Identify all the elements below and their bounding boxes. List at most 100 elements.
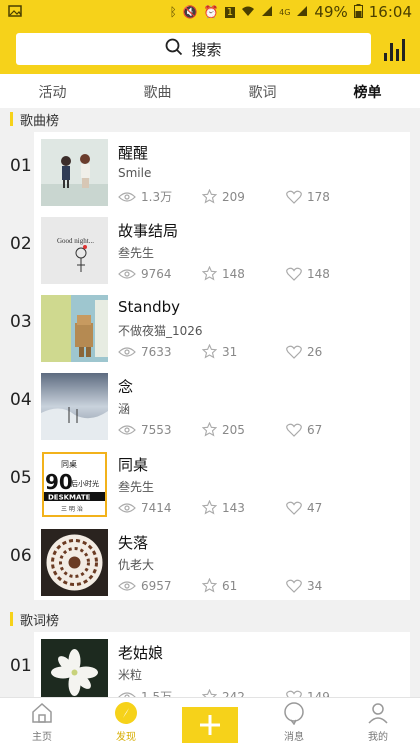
- song-card[interactable]: Standby 不做夜猫_1026 7633 31 26: [34, 288, 410, 366]
- song-title: 念: [118, 378, 134, 396]
- song-artist: 涵: [118, 402, 131, 416]
- eye-icon: [118, 268, 136, 280]
- list-item[interactable]: 03 Standby 不做夜猫_1026 7633 31 26: [0, 288, 420, 366]
- list-item[interactable]: 01 醒醒 Smile 1.3万 209 178: [0, 132, 420, 210]
- rank-number: 06: [10, 546, 32, 566]
- song-card[interactable]: 醒醒 Smile 1.3万 209 178: [34, 132, 410, 210]
- status-left: [8, 4, 22, 20]
- likes-count: 67: [307, 422, 323, 437]
- nav-profile[interactable]: 我的: [336, 698, 420, 747]
- heart-icon: [286, 423, 302, 437]
- rank-number: 02: [10, 234, 32, 254]
- star-icon: [202, 500, 217, 515]
- search-label: 搜索: [191, 40, 222, 59]
- likes-count: 34: [307, 578, 323, 593]
- status-right: ᛒ 🔇 ⏰ 1 4G 49% 16:04: [170, 3, 412, 21]
- likes-stat[interactable]: 178: [286, 188, 330, 205]
- rank-number: 01: [10, 656, 32, 676]
- image-icon: [8, 4, 22, 20]
- search-icon: [165, 38, 183, 60]
- nav-home[interactable]: 主页: [0, 698, 84, 747]
- cover-image: [41, 529, 108, 596]
- section-title: 歌曲榜: [20, 113, 60, 129]
- section-accent: [10, 612, 13, 626]
- likes-stat[interactable]: 148: [286, 266, 330, 281]
- song-stats: 7553 205 67: [118, 422, 322, 437]
- stars-count: 148: [222, 266, 245, 281]
- nav-messages[interactable]: 消息: [252, 698, 336, 747]
- song-title: 故事结局: [118, 222, 179, 240]
- views-stat: 7553: [118, 422, 202, 437]
- rank-number: 01: [10, 156, 32, 176]
- song-card[interactable]: 失落 仇老大 6957 61 34: [34, 522, 410, 600]
- rank-number: 05: [10, 468, 32, 488]
- song-stats: 1.3万 209 178: [118, 188, 330, 205]
- views-stat: 7633: [118, 344, 202, 359]
- song-title: 失落: [118, 534, 149, 552]
- stars-stat[interactable]: 61: [202, 578, 286, 593]
- alarm-icon: ⏰: [203, 5, 219, 19]
- views-count: 7553: [141, 422, 172, 437]
- rank-number: 03: [10, 312, 32, 332]
- battery-icon: [353, 3, 363, 21]
- cover-image: Good night...: [41, 217, 108, 284]
- likes-stat[interactable]: 26: [286, 344, 322, 359]
- views-count: 7633: [141, 344, 172, 359]
- stars-count: 61: [222, 578, 238, 593]
- likes-count: 47: [307, 500, 323, 515]
- heart-icon: [286, 267, 302, 281]
- clock: 16:04: [368, 3, 412, 21]
- home-icon: [30, 700, 54, 726]
- cover-number: 90: [45, 470, 73, 494]
- likes-count: 26: [307, 344, 323, 359]
- stars-stat[interactable]: 209: [202, 188, 286, 205]
- tab-songs[interactable]: 歌曲: [105, 74, 210, 111]
- star-icon: [202, 266, 217, 281]
- bar-chart-icon[interactable]: [384, 37, 408, 61]
- section-header-lyrics: 歌词榜: [0, 608, 420, 630]
- list-item[interactable]: 04 念 涵 7553 205 67: [0, 366, 420, 444]
- nav-discover[interactable]: 发现: [84, 698, 168, 747]
- sim1-icon: 1: [224, 6, 236, 18]
- song-card[interactable]: Good night... 故事结局 叁先生 9764 148 148: [34, 210, 410, 288]
- song-title: 醒醒: [118, 144, 149, 162]
- stars-stat[interactable]: 148: [202, 266, 286, 281]
- cover-title: 同桌: [61, 459, 77, 469]
- tab-charts[interactable]: 榜单: [315, 74, 420, 111]
- stars-stat[interactable]: 205: [202, 422, 286, 437]
- star-icon: [202, 578, 217, 593]
- heart-icon: [286, 345, 302, 359]
- section-header-songs: 歌曲榜: [0, 108, 420, 130]
- likes-stat[interactable]: 47: [286, 500, 322, 515]
- song-card[interactable]: 念 涵 7553 205 67: [34, 366, 410, 444]
- nav-create[interactable]: [168, 698, 252, 747]
- list-item[interactable]: 05 同桌 90 后小时光 DESKMATE 三 明 治 同桌 叁先生 7414 143…: [0, 444, 420, 522]
- tab-bar: 活动 歌曲 歌词 榜单: [0, 74, 420, 112]
- tab-lyrics[interactable]: 歌词: [210, 74, 315, 111]
- views-count: 7414: [141, 500, 172, 515]
- stars-stat[interactable]: 143: [202, 500, 286, 515]
- plus-icon: [182, 707, 238, 743]
- tab-activity[interactable]: 活动: [0, 74, 105, 111]
- star-icon: [202, 189, 217, 204]
- song-artist: 米粒: [118, 668, 143, 682]
- nav-discover-label: 发现: [116, 732, 136, 743]
- section-accent: [10, 112, 13, 126]
- search-bar[interactable]: 搜索: [16, 33, 371, 65]
- views-stat: 1.3万: [118, 188, 202, 205]
- likes-stat[interactable]: 34: [286, 578, 322, 593]
- list-item[interactable]: 06 失落 仇老大 6957 61 34: [0, 522, 420, 600]
- heart-icon: [286, 579, 302, 593]
- song-card[interactable]: 同桌 90 后小时光 DESKMATE 三 明 治 同桌 叁先生 7414 143 47: [34, 444, 410, 522]
- likes-stat[interactable]: 67: [286, 422, 322, 437]
- views-stat: 6957: [118, 578, 202, 593]
- song-stats: 9764 148 148: [118, 266, 330, 281]
- eye-icon: [118, 502, 136, 514]
- wifi-icon: [241, 5, 255, 20]
- list-item[interactable]: 02 Good night... 故事结局 叁先生 9764 148 148: [0, 210, 420, 288]
- cover-image: [41, 295, 108, 362]
- bottom-nav: 主页 发现 消息 我的: [0, 697, 420, 747]
- stars-count: 205: [222, 422, 245, 437]
- stars-stat[interactable]: 31: [202, 344, 286, 359]
- battery-level: 49%: [314, 3, 348, 21]
